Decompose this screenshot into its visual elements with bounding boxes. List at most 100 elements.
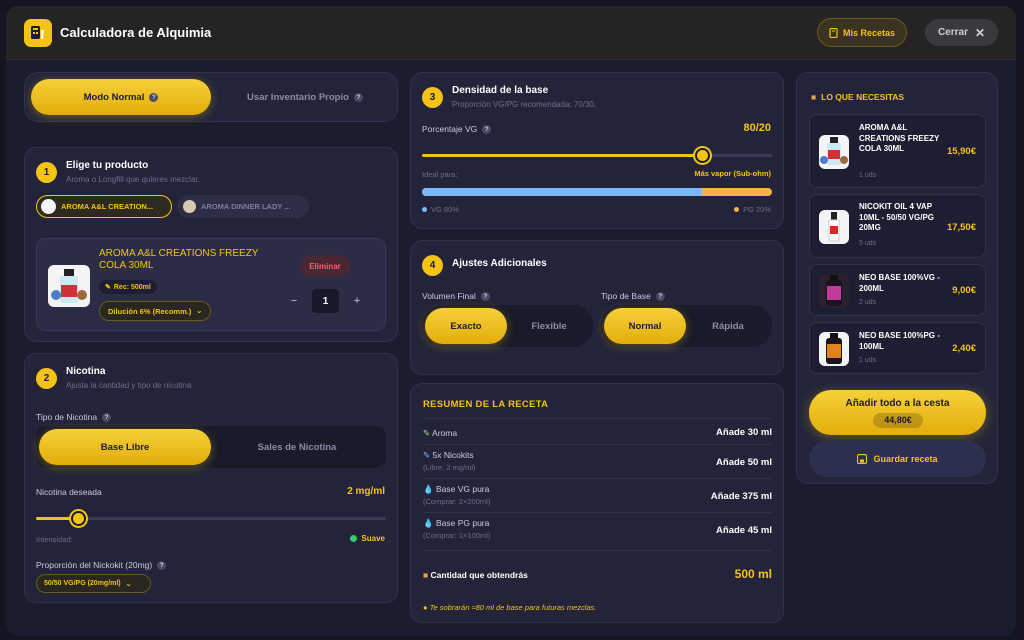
summary-row-sub: (Libre, 2 mg/ml) bbox=[423, 463, 476, 472]
total-value: 500 ml bbox=[734, 567, 772, 581]
product-image bbox=[819, 274, 849, 308]
summary-row-value: Añade 375 ml bbox=[710, 491, 772, 502]
normal-tab[interactable]: Normal bbox=[604, 308, 686, 344]
close-icon: ✕ bbox=[974, 25, 986, 40]
summary-row-value: Añade 50 ml bbox=[716, 457, 772, 468]
top-bar: Calculadora de Alquimia Mis Recetas Cerr… bbox=[6, 6, 1016, 60]
vg-value: 80/20 bbox=[743, 122, 771, 134]
nicotine-desired-label: Nicotina deseada bbox=[36, 487, 102, 497]
section-subtitle: Aroma o Longfill que quieres mezclar. bbox=[66, 175, 200, 184]
cart-item: NICOKIT OIL 4 VAP 10ML - 50/50 VG/PG 20M… bbox=[809, 194, 986, 258]
summary-row: ✎ 5x Nicokits (Libre, 2 mg/ml) Añade 50 … bbox=[423, 444, 772, 478]
increment-button[interactable]: + bbox=[350, 291, 364, 311]
add-all-button[interactable]: Añadir todo a la cesta 44,80€ bbox=[809, 390, 986, 435]
quantity-input[interactable]: 1 bbox=[312, 289, 339, 313]
cart-item: AROMA A&L CREATIONS FREEZY COLA 30ML 1 u… bbox=[809, 114, 986, 188]
volume-label: Volumen Final? bbox=[422, 291, 490, 301]
cart-item-price: 15,90€ bbox=[946, 146, 976, 157]
volume-toggle: Exacto Flexible bbox=[422, 305, 593, 347]
mode-normal-label: Modo Normal bbox=[83, 91, 145, 103]
nicotine-card: 2 Nicotina Ajusta la cantidad y tipo de … bbox=[24, 353, 398, 603]
vg-slider-handle[interactable] bbox=[695, 148, 710, 163]
box-icon: ■ bbox=[811, 92, 817, 102]
exacto-tab[interactable]: Exacto bbox=[425, 308, 507, 344]
cart-item-name: NICOKIT OIL 4 VAP 10ML - 50/50 VG/PG 20M… bbox=[859, 202, 934, 232]
nicotine-slider-handle[interactable] bbox=[71, 511, 86, 526]
product-chip[interactable]: AROMA DINNER LADY ... bbox=[177, 195, 309, 218]
cart-item-qty: 1 uds bbox=[859, 357, 877, 364]
vg-pg-bar bbox=[422, 188, 772, 196]
vg-legend: VG 80% bbox=[422, 205, 459, 214]
chevron-down-icon: ⌄ bbox=[125, 580, 132, 588]
step-number: 2 bbox=[36, 368, 57, 389]
cerrar-label: Cerrar bbox=[937, 27, 968, 38]
vg-bar-segment bbox=[422, 188, 702, 196]
summary-row-sub: (Comprar: 2×200ml) bbox=[423, 497, 491, 506]
cart-card: ■ LO QUE NECESITAS AROMA A&L CREATIONS FR… bbox=[796, 72, 998, 484]
product-chip[interactable]: AROMA A&L CREATION... bbox=[36, 195, 172, 218]
summary-row: 💧 Base VG pura (Comprar: 2×200ml) Añade … bbox=[423, 478, 772, 512]
rec-label: Rec: 500ml bbox=[113, 283, 151, 291]
calculator-icon bbox=[24, 19, 52, 47]
remove-button[interactable]: Eliminar bbox=[300, 255, 350, 277]
dilution-select[interactable]: Dilución 6% (Recomm.) ⌄ bbox=[99, 301, 211, 321]
help-icon[interactable]: ? bbox=[480, 291, 490, 301]
cart-item-name: AROMA A&L CREATIONS FREEZY COLA 30ML bbox=[859, 123, 940, 153]
cart-item-price: 17,50€ bbox=[946, 222, 976, 233]
rapida-tab[interactable]: Rápida bbox=[687, 308, 769, 344]
section-title: Nicotina bbox=[66, 366, 106, 377]
nicotine-slider-track[interactable] bbox=[36, 517, 386, 520]
summary-row-label: 5x Nicokits bbox=[432, 450, 474, 460]
cart-item-qty: 1 uds bbox=[859, 172, 877, 179]
nicokit-prop-select[interactable]: 50/50 VG/PG (20mg/ml) ⌄ bbox=[36, 574, 151, 593]
help-icon[interactable]: ? bbox=[655, 291, 665, 301]
help-icon[interactable]: ? bbox=[102, 412, 112, 422]
summary-row: 💧 Base PG pura (Comprar: 1×100ml) Añade … bbox=[423, 512, 772, 546]
base-libre-tab[interactable]: Base Libre bbox=[39, 429, 211, 465]
help-icon[interactable]: ? bbox=[353, 92, 363, 102]
vg-label: Porcentaje VG? bbox=[422, 124, 492, 134]
step-number: 4 bbox=[422, 255, 443, 276]
mode-inventory-label: Usar Inventario Propio bbox=[247, 91, 349, 103]
section-title: Densidad de la base bbox=[452, 85, 549, 96]
cerrar-button[interactable]: Cerrar ✕ bbox=[925, 19, 998, 46]
intensity-label: Intensidad: bbox=[36, 535, 73, 544]
product-image bbox=[48, 265, 90, 307]
summary-total-row: ■ Cantidad que obtendrás 500 ml bbox=[423, 550, 772, 594]
mode-card: Modo Normal? Usar Inventario Propio? bbox=[24, 72, 398, 122]
save-recipe-button[interactable]: Guardar receta bbox=[809, 441, 986, 477]
help-icon[interactable]: ? bbox=[157, 560, 167, 570]
app-title: Calculadora de Alquimia bbox=[60, 25, 212, 40]
flexible-tab[interactable]: Flexible bbox=[508, 308, 590, 344]
help-icon[interactable]: ? bbox=[149, 92, 159, 102]
mode-normal-tab[interactable]: Modo Normal? bbox=[31, 79, 211, 115]
total-label: Cantidad que obtendrás bbox=[430, 570, 528, 580]
product-image bbox=[819, 135, 849, 169]
adjust-card: 4 Ajustes Adicionales Volumen Final? Exa… bbox=[410, 240, 784, 375]
nicotine-type-label: Tipo de Nicotina? bbox=[36, 412, 112, 422]
section-subtitle: Proporción VG/PG recomendada: 70/30. bbox=[452, 100, 597, 109]
nicotine-desired-value: 2 mg/ml bbox=[347, 486, 385, 497]
summary-row-label: Aroma bbox=[432, 428, 458, 438]
drop-icon: 💧 bbox=[423, 484, 434, 494]
save-recipe-label: Guardar receta bbox=[873, 454, 938, 464]
help-icon[interactable]: ? bbox=[482, 124, 492, 134]
summary-row-label: Base PG pura bbox=[435, 518, 490, 528]
product-chip-label: AROMA A&L CREATION... bbox=[61, 202, 154, 211]
summary-title: RESUMEN DE LA RECETA bbox=[423, 399, 549, 410]
pg-legend: PG 20% bbox=[734, 205, 771, 214]
product-chip-label: AROMA DINNER LADY ... bbox=[201, 202, 291, 211]
cart-item-name: NEO BASE 100%PG - 100ML bbox=[859, 331, 940, 351]
cart-item-name: NEO BASE 100%VG - 200ML bbox=[859, 273, 940, 293]
sales-tab[interactable]: Sales de Nicotina bbox=[211, 429, 383, 465]
vg-slider-fill bbox=[422, 154, 702, 157]
cart-item: NEO BASE 100%VG - 200ML 2 uds 9,00€ bbox=[809, 264, 986, 316]
cart-total: 44,80€ bbox=[873, 413, 923, 428]
mis-recetas-button[interactable]: Mis Recetas bbox=[817, 18, 907, 47]
mode-inventory-tab[interactable]: Usar Inventario Propio? bbox=[215, 79, 395, 115]
base-type-label: Tipo de Base? bbox=[601, 291, 665, 301]
decrement-button[interactable]: − bbox=[287, 291, 301, 311]
chevron-down-icon: ⌄ bbox=[196, 308, 203, 315]
product-image bbox=[819, 210, 849, 244]
summary-row-value: Añade 30 ml bbox=[716, 427, 772, 438]
